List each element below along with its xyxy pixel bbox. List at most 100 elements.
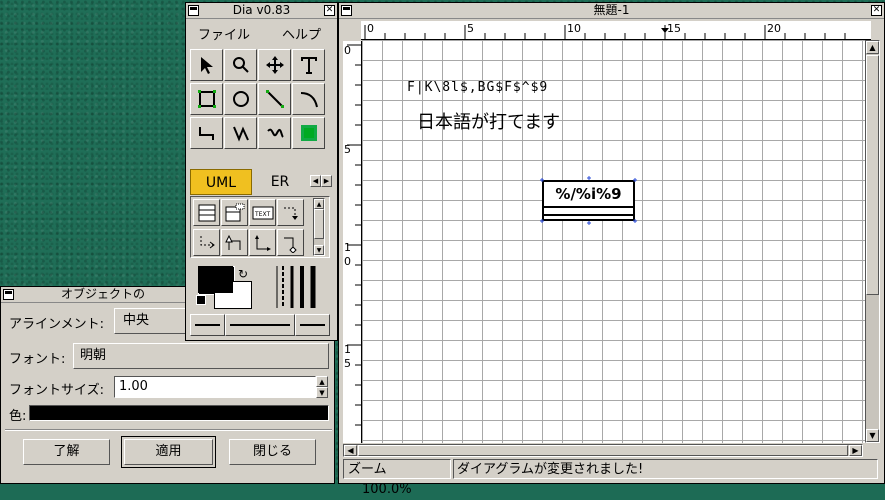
end-arrow-selector[interactable] <box>295 314 330 336</box>
pointer-icon[interactable] <box>190 49 223 81</box>
sheet-scroll-thumb[interactable] <box>314 209 324 239</box>
scroll-down-icon[interactable]: ▼ <box>314 245 324 255</box>
diagram-canvas[interactable]: F|K\8l$,BG$F$^$9 日本語が打てます %/%i%9 <box>362 40 867 443</box>
uml-note-tool-icon[interactable]: TEXT <box>249 199 276 226</box>
diagram-window: 無題-1 ✕ 0 5 10 15 20 0 5 1 0 1 5 F|K\8l$,… <box>338 2 885 497</box>
scroll-up-icon[interactable]: ▲ <box>866 41 879 54</box>
horizontal-ruler: 0 5 10 15 20 <box>361 21 871 40</box>
ruler-ticks-h <box>364 25 846 39</box>
diagram-window-titlebar[interactable]: 無題-1 ✕ <box>339 3 884 19</box>
sheet-tools-panel: TEXT ▲ ▼ <box>190 196 330 258</box>
close-icon[interactable]: ✕ <box>871 5 882 16</box>
uml-class-object[interactable]: %/%i%9 <box>542 180 635 221</box>
menu-help[interactable]: ヘルプ <box>282 24 321 43</box>
line-icon[interactable] <box>258 83 291 115</box>
font-size-label: フォントサイズ: <box>9 383 104 398</box>
scroll-left-icon[interactable]: ◀ <box>344 445 357 456</box>
bezier-icon[interactable] <box>258 117 291 149</box>
ruler-label: 1 <box>344 343 351 356</box>
magnify-icon[interactable] <box>224 49 257 81</box>
font-value: 明朝 <box>80 348 107 363</box>
ruler-label: 0 <box>344 44 351 57</box>
arc-icon[interactable] <box>292 83 325 115</box>
ruler-label: 0 <box>344 255 351 268</box>
zigzag-icon[interactable] <box>190 117 223 149</box>
sheet-tool-text: TEXT <box>254 211 270 218</box>
uml-association-tool-icon[interactable] <box>249 229 276 256</box>
ruler-label: 0 <box>367 22 374 35</box>
alignment-label: アラインメント: <box>9 317 104 332</box>
swap-colors-icon[interactable]: ↻ <box>238 267 248 281</box>
line-style-line <box>230 324 290 326</box>
zoom-indicator: ズーム 100.0% <box>343 459 451 497</box>
menu-file[interactable]: ファイル <box>198 24 250 43</box>
ruler-label: 15 <box>667 22 681 35</box>
ruler-label: 5 <box>467 22 474 35</box>
toolbox-window: Dia v0.83 ✕ ファイル ヘルプ UML ER ◀ ▶ TEXT ▲ ▼… <box>185 2 338 341</box>
scroll-down-icon[interactable]: ▼ <box>866 429 879 442</box>
tab-er[interactable]: ER <box>252 169 308 195</box>
uml-aggregation-tool-icon[interactable] <box>277 229 304 256</box>
divider <box>5 429 332 431</box>
color-label: 色: <box>9 409 27 424</box>
ellipse-icon[interactable] <box>224 83 257 115</box>
alignment-select[interactable]: 中央 <box>114 308 194 334</box>
image-icon[interactable] <box>292 117 325 149</box>
ok-button[interactable]: 了解 <box>23 439 110 465</box>
uml-generalization-tool-icon[interactable] <box>221 229 248 256</box>
tab-uml[interactable]: UML <box>190 169 252 195</box>
text-tool-icon[interactable] <box>292 49 325 81</box>
font-size-input[interactable]: 1.00 <box>114 376 316 398</box>
toolbox-menubar: ファイル ヘルプ <box>188 21 335 43</box>
ruler-label: 1 <box>344 241 351 254</box>
default-colors-icon[interactable] <box>196 295 206 305</box>
apply-button-focus: 適用 <box>121 436 216 468</box>
horizontal-scrollbar[interactable]: ◀ ▶ <box>343 444 863 457</box>
line-width-selector[interactable] <box>274 266 319 308</box>
uml-attributes-compartment <box>544 208 633 216</box>
color-swatch-button[interactable] <box>29 405 329 421</box>
canvas-text-japanese[interactable]: 日本語が打てます <box>417 108 560 134</box>
ruler-label: 10 <box>567 22 581 35</box>
tab-scroll-left-icon[interactable]: ◀ <box>310 175 321 187</box>
start-arrow-line <box>195 324 220 326</box>
line-style-selector[interactable] <box>225 314 295 336</box>
end-arrow-line <box>300 324 325 326</box>
zoom-label: ズーム <box>348 462 387 477</box>
toolbox-title: Dia v0.83 <box>232 3 291 17</box>
vertical-ruler: 0 5 1 0 1 5 <box>343 41 362 443</box>
font-size-spinner[interactable]: ▲ ▼ <box>316 376 328 398</box>
ruler-label: 5 <box>344 143 351 156</box>
font-label: フォント: <box>9 352 66 367</box>
scroll-right-icon[interactable]: ▶ <box>849 445 862 456</box>
toolbox-titlebar[interactable]: Dia v0.83 ✕ <box>186 3 337 19</box>
ruler-label: 5 <box>344 357 351 370</box>
uml-template-class-tool-icon[interactable] <box>221 199 248 226</box>
spin-up-icon[interactable]: ▲ <box>316 376 328 387</box>
apply-button[interactable]: 適用 <box>124 439 213 465</box>
horizontal-scroll-thumb[interactable] <box>358 445 848 456</box>
uml-class-name: %/%i%9 <box>544 182 633 208</box>
box-icon[interactable] <box>190 83 223 115</box>
spin-down-icon[interactable]: ▼ <box>316 387 328 398</box>
alignment-value: 中央 <box>123 313 150 328</box>
tab-scroll-right-icon[interactable]: ▶ <box>321 175 332 187</box>
selection-handles <box>540 176 637 225</box>
start-arrow-selector[interactable] <box>190 314 225 336</box>
uml-class-tool-icon[interactable] <box>193 199 220 226</box>
vertical-scroll-thumb[interactable] <box>866 55 879 295</box>
scroll-up-icon[interactable]: ▲ <box>314 199 324 209</box>
polyline-icon[interactable] <box>224 117 257 149</box>
status-bar: ズーム 100.0% ダイアグラムが変更されました! <box>343 459 880 497</box>
uml-realizes-tool-icon[interactable] <box>193 229 220 256</box>
uml-dependency-tool-icon[interactable] <box>277 199 304 226</box>
zoom-value: 100.0% <box>362 482 412 497</box>
sheet-tools-scrollbar[interactable]: ▲ ▼ <box>313 198 325 256</box>
close-button[interactable]: 閉じる <box>229 439 316 465</box>
close-icon[interactable]: ✕ <box>324 5 335 16</box>
font-select[interactable]: 明朝 <box>73 343 329 369</box>
vertical-scrollbar[interactable]: ▲ ▼ <box>865 40 880 443</box>
status-message: ダイアグラムが変更されました! <box>453 459 878 479</box>
move-icon[interactable] <box>258 49 291 81</box>
canvas-text-garbled[interactable]: F|K\8l$,BG$F$^$9 <box>407 80 548 95</box>
